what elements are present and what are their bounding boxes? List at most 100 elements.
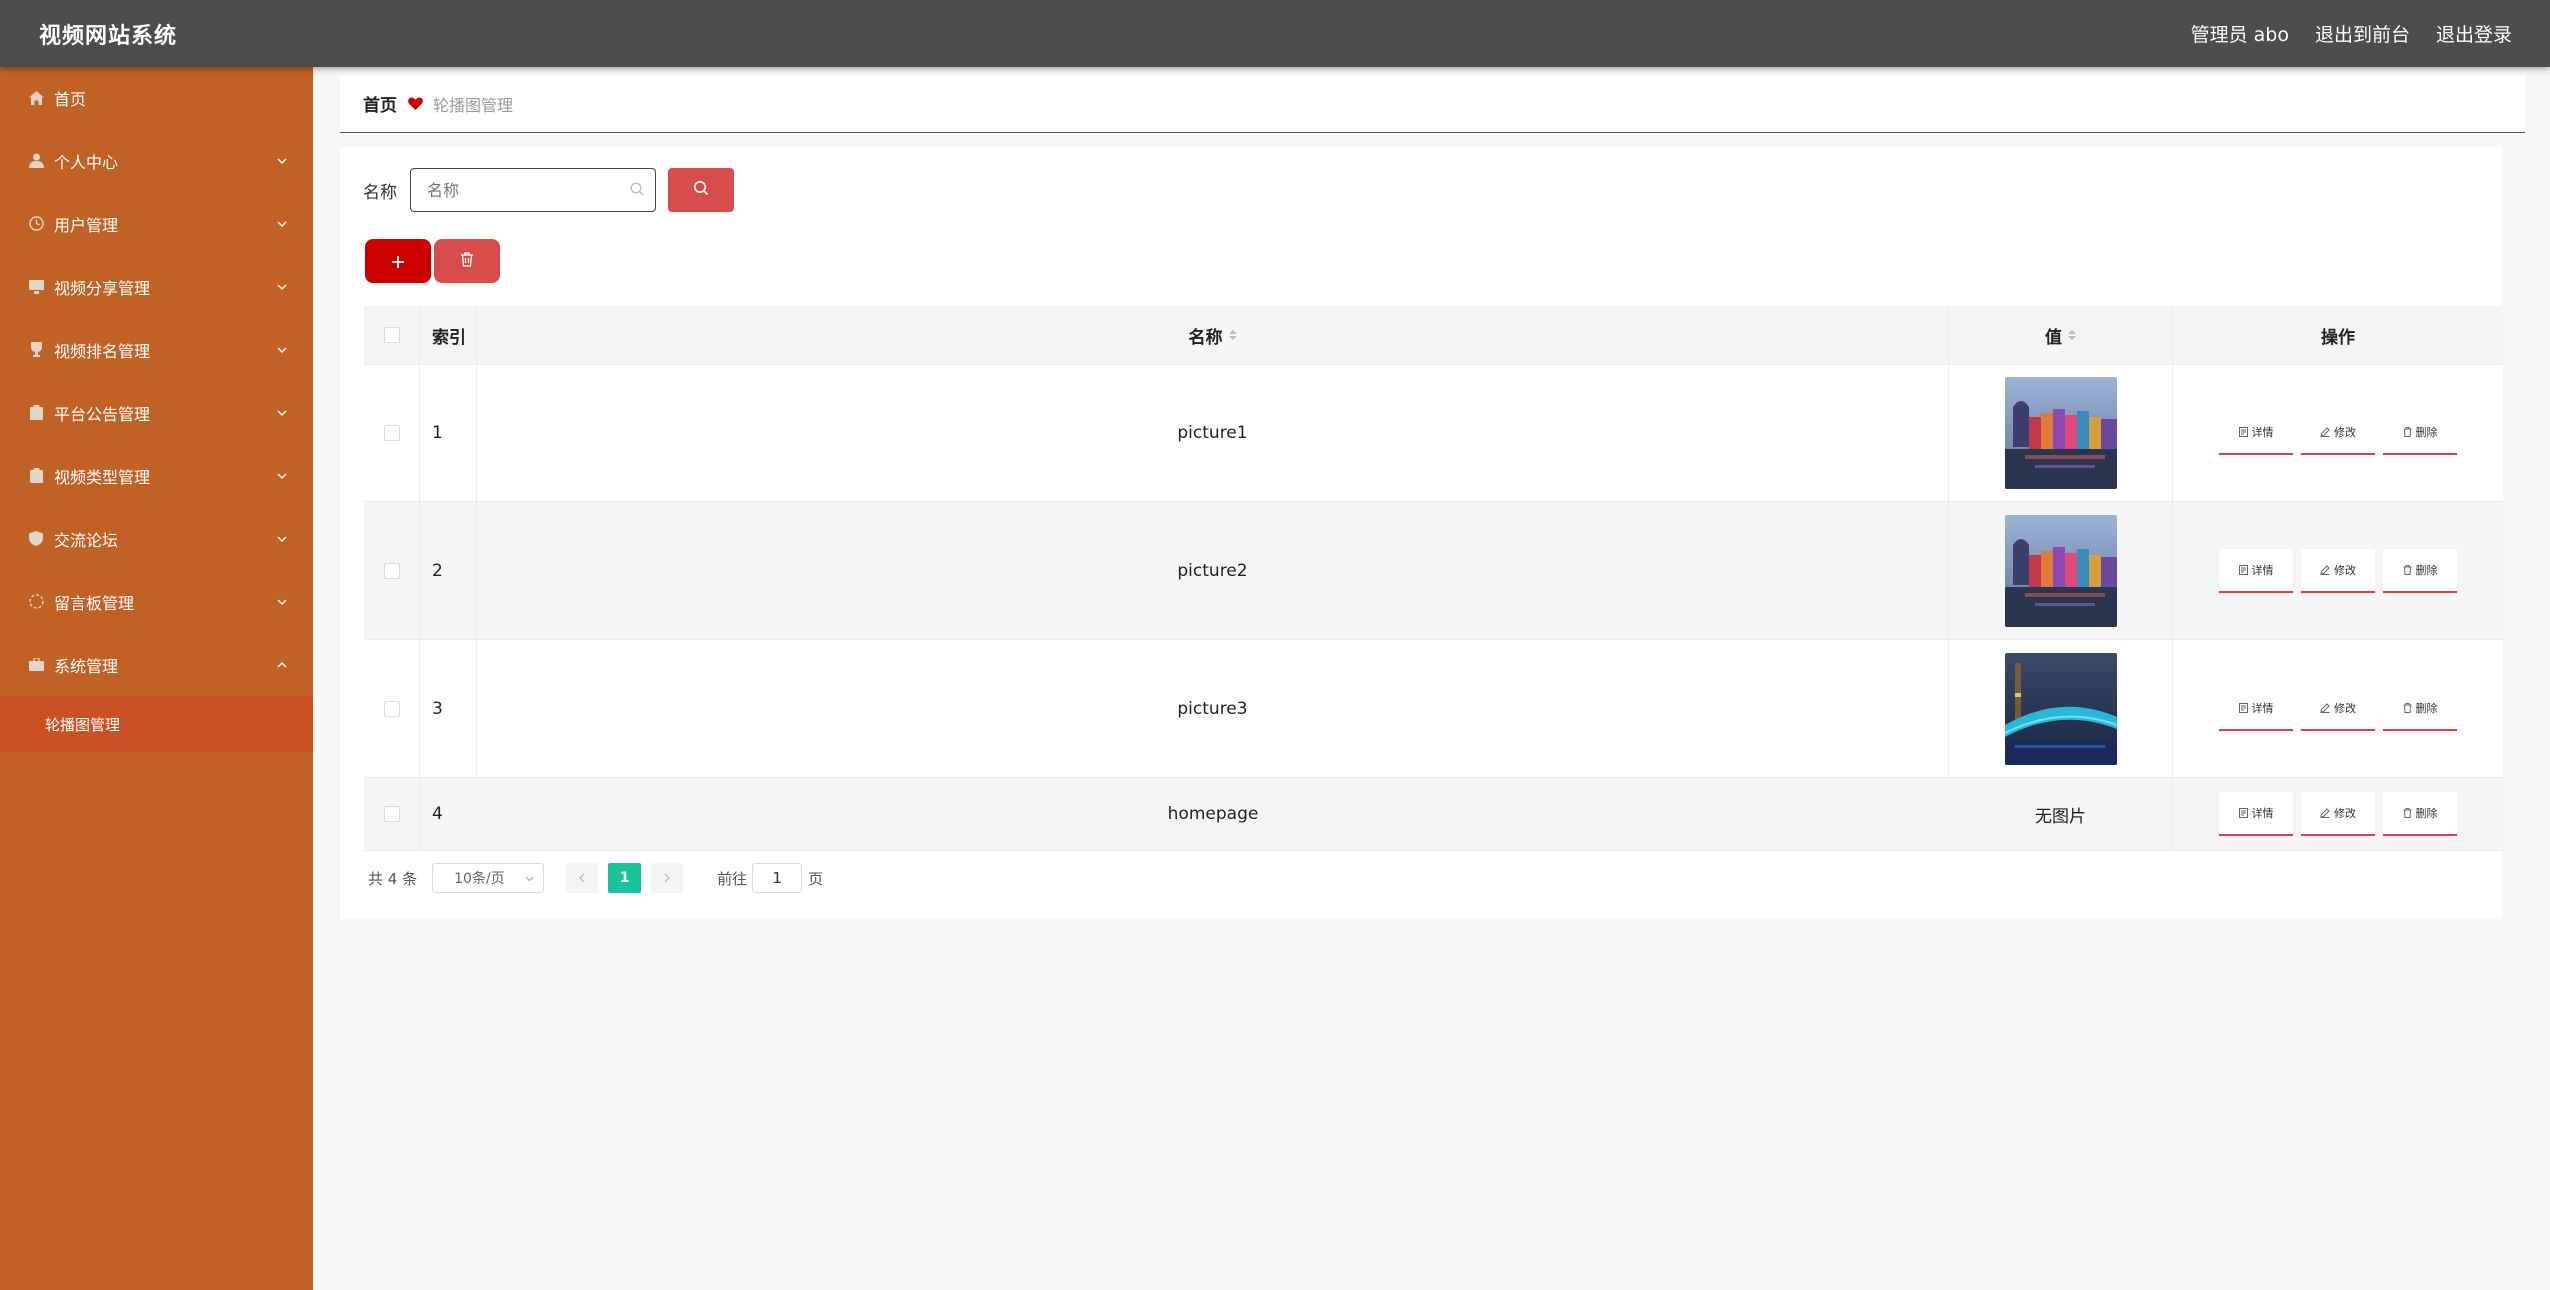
- trash-icon: [460, 251, 474, 271]
- chevron-down-icon: [275, 217, 289, 231]
- plus-icon: [391, 246, 405, 276]
- carousel-image-thumbnail[interactable]: [2004, 514, 2117, 627]
- table-row: 1 picture1 详情 修改 删除: [364, 365, 2503, 502]
- clipboard-icon: [28, 468, 44, 484]
- delete-button[interactable]: 删除: [2383, 686, 2457, 731]
- add-button[interactable]: [365, 239, 431, 283]
- page-suffix: 页: [808, 869, 824, 888]
- search-label: 名称: [363, 182, 397, 203]
- detail-button[interactable]: 详情: [2219, 792, 2293, 836]
- action-toolbar: [365, 239, 500, 283]
- sidebar-item-personal-center[interactable]: 个人中心: [0, 129, 313, 192]
- carousel-image-thumbnail[interactable]: [2004, 652, 2117, 765]
- sidebar-item-label: 交流论坛: [54, 530, 119, 550]
- table-header: 索引 名称 值 操作: [364, 306, 2503, 365]
- search-button[interactable]: [668, 168, 734, 212]
- trash-icon: [2403, 427, 2412, 437]
- batch-delete-button[interactable]: [434, 239, 500, 283]
- breadcrumb: 首页 轮播图管理: [340, 75, 2525, 133]
- clock-icon: [28, 216, 44, 232]
- row-index: 2: [420, 502, 477, 639]
- chevron-down-icon: [275, 469, 289, 483]
- edit-button[interactable]: 修改: [2301, 792, 2375, 836]
- top-header: 视频网站系统 管理员 abo 退出到前台 退出登录: [0, 0, 2550, 67]
- clipboard-icon: [28, 405, 44, 421]
- sort-icon[interactable]: [2068, 330, 2076, 340]
- home-icon: [28, 90, 44, 106]
- sidebar-item-label: 留言板管理: [54, 593, 135, 613]
- shield-icon: [28, 531, 44, 547]
- sidebar-item-label: 系统管理: [54, 656, 119, 676]
- delete-button[interactable]: 删除: [2383, 411, 2457, 455]
- current-user: 管理员 abo: [2190, 24, 2289, 46]
- search-icon: [630, 181, 644, 200]
- edit-icon: [2320, 427, 2330, 437]
- sidebar-item-label: 个人中心: [54, 152, 119, 172]
- table-row: 2 picture2 详情 修改 删除: [364, 502, 2503, 640]
- trash-icon: [2403, 564, 2412, 575]
- header-actions: 管理员 abo 退出到前台 退出登录: [2191, 20, 2512, 47]
- row-name: picture1: [477, 365, 1949, 501]
- row-index: 4: [432, 804, 443, 824]
- sort-icon[interactable]: [1228, 330, 1237, 340]
- chevron-down-icon: [275, 406, 289, 420]
- col-value-header[interactable]: 值: [1949, 306, 2173, 364]
- edit-button[interactable]: 修改: [2301, 686, 2375, 731]
- detail-button[interactable]: 详情: [2219, 686, 2293, 731]
- breadcrumb-home[interactable]: 首页: [363, 91, 397, 116]
- row-checkbox[interactable]: [383, 700, 400, 717]
- row-name: picture2: [477, 502, 1949, 639]
- row-checkbox[interactable]: [383, 806, 400, 822]
- chevron-down-icon: [275, 154, 289, 168]
- page-size-select[interactable]: 10条/页: [432, 863, 545, 893]
- sidebar-item-video-type[interactable]: 视频类型管理: [0, 444, 313, 507]
- sidebar-item-label: 视频类型管理: [54, 467, 151, 487]
- next-page-button[interactable]: [651, 863, 684, 893]
- sidebar-item-home[interactable]: 首页: [0, 67, 313, 129]
- sidebar-item-user-management[interactable]: 用户管理: [0, 192, 313, 255]
- delete-button[interactable]: 删除: [2383, 792, 2457, 836]
- prev-page-button[interactable]: [566, 863, 599, 893]
- sidebar-item-announcement[interactable]: 平台公告管理: [0, 381, 313, 444]
- document-icon: [2238, 427, 2248, 437]
- exit-to-front-link[interactable]: 退出到前台: [2315, 20, 2410, 47]
- edit-button[interactable]: 修改: [2301, 548, 2375, 593]
- table-row: 3 picture3 详情 修改 删除: [364, 640, 2503, 778]
- sidebar-item-video-ranking[interactable]: 视频排名管理: [0, 318, 313, 381]
- row-index: 1: [420, 365, 477, 501]
- detail-button[interactable]: 详情: [2219, 411, 2293, 455]
- sidebar-item-label: 平台公告管理: [54, 404, 151, 424]
- row-checkbox[interactable]: [383, 425, 400, 441]
- sidebar-item-video-share[interactable]: 视频分享管理: [0, 255, 313, 318]
- sidebar-item-label: 首页: [54, 90, 87, 109]
- page-number-button[interactable]: 1: [608, 863, 642, 893]
- sidebar: 首页 个人中心 用户管理 视频分享管理 视频排名管理 平台公告管理 视频类型管理…: [0, 67, 313, 1290]
- table-row: 4 homepage 无图片 详情 修改 删除: [364, 778, 2503, 851]
- row-value: 无图片: [1949, 778, 2173, 850]
- carousel-image-thumbnail[interactable]: [2004, 377, 2117, 489]
- row-checkbox[interactable]: [383, 562, 400, 579]
- search-input[interactable]: [427, 180, 607, 200]
- sidebar-item-message-board[interactable]: 留言板管理: [0, 570, 313, 633]
- app-title: 视频网站系统: [39, 23, 178, 49]
- sidebar-subitem-carousel[interactable]: 轮播图管理: [0, 696, 313, 752]
- chevron-left-icon: [579, 873, 585, 883]
- document-icon: [2238, 564, 2248, 575]
- edit-button[interactable]: 修改: [2301, 411, 2375, 455]
- delete-button[interactable]: 删除: [2383, 548, 2457, 593]
- goto-page-input[interactable]: 1: [752, 863, 803, 893]
- pagination-total: 共 4 条: [368, 869, 418, 888]
- document-icon: [2238, 702, 2248, 713]
- logout-link[interactable]: 退出登录: [2436, 20, 2512, 47]
- col-name-header[interactable]: 名称: [477, 306, 1949, 364]
- monitor-icon: [28, 279, 44, 295]
- search-field[interactable]: [410, 168, 656, 212]
- search-bar: 名称: [363, 168, 734, 212]
- sidebar-item-system-management[interactable]: 系统管理: [0, 633, 313, 696]
- document-icon: [2238, 808, 2248, 818]
- detail-button[interactable]: 详情: [2219, 548, 2293, 593]
- chevron-down-icon: [275, 343, 289, 357]
- select-all-checkbox[interactable]: [383, 327, 400, 343]
- content-panel: 名称 索引 名称: [340, 147, 2503, 919]
- sidebar-item-forum[interactable]: 交流论坛: [0, 507, 313, 570]
